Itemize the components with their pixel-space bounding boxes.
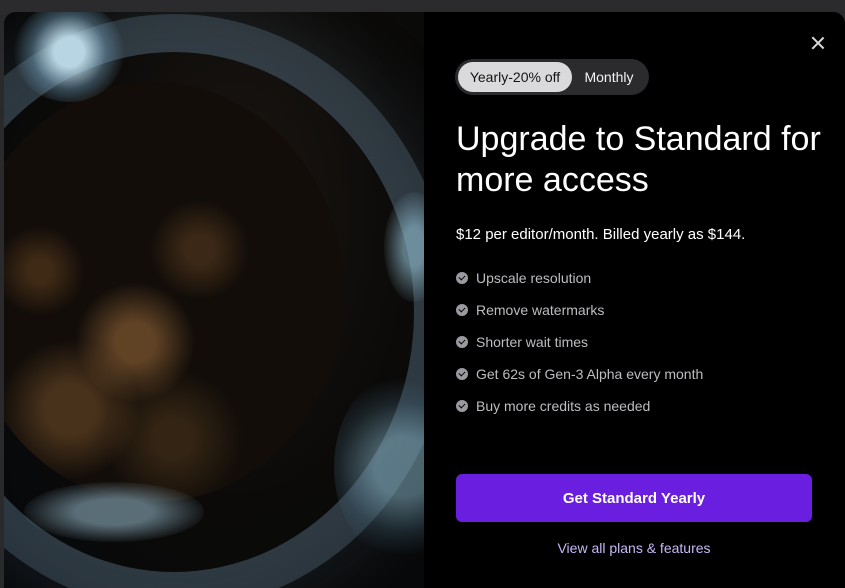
price-text: $12 per editor/month. Billed yearly as $… — [456, 226, 746, 243]
feature-item: Shorter wait times — [456, 326, 703, 358]
feature-label: Buy more credits as needed — [476, 398, 651, 414]
upgrade-panel: Yearly-20% off Monthly Upgrade to Standa… — [424, 12, 845, 588]
billing-toggle: Yearly-20% off Monthly — [455, 59, 649, 95]
feature-label: Remove watermarks — [476, 302, 605, 318]
feature-label: Shorter wait times — [476, 334, 589, 350]
hero-glow — [24, 482, 204, 542]
check-circle-icon — [456, 368, 468, 380]
view-all-plans-link[interactable]: View all plans & features — [456, 540, 812, 556]
upgrade-modal: Yearly-20% off Monthly Upgrade to Standa… — [4, 12, 845, 588]
feature-label: Get 62s of Gen-3 Alpha every month — [476, 366, 704, 382]
close-icon[interactable] — [807, 32, 829, 54]
feature-item: Remove watermarks — [456, 294, 703, 326]
get-standard-yearly-button[interactable]: Get Standard Yearly — [456, 474, 812, 522]
check-circle-icon — [456, 336, 468, 348]
check-circle-icon — [456, 400, 468, 412]
check-circle-icon — [456, 272, 468, 284]
feature-list: Upscale resolution Remove watermarks Sho… — [456, 262, 703, 422]
feature-item: Upscale resolution — [456, 262, 703, 294]
feature-item: Get 62s of Gen-3 Alpha every month — [456, 358, 703, 390]
modal-title: Upgrade to Standard for more access — [456, 120, 821, 199]
feature-label: Upscale resolution — [476, 270, 592, 286]
hero-video-frame — [4, 12, 424, 588]
backdrop — [0, 0, 845, 12]
check-circle-icon — [456, 304, 468, 316]
toggle-option-monthly[interactable]: Monthly — [572, 62, 646, 92]
feature-item: Buy more credits as needed — [456, 390, 703, 422]
toggle-option-yearly[interactable]: Yearly-20% off — [458, 62, 572, 92]
